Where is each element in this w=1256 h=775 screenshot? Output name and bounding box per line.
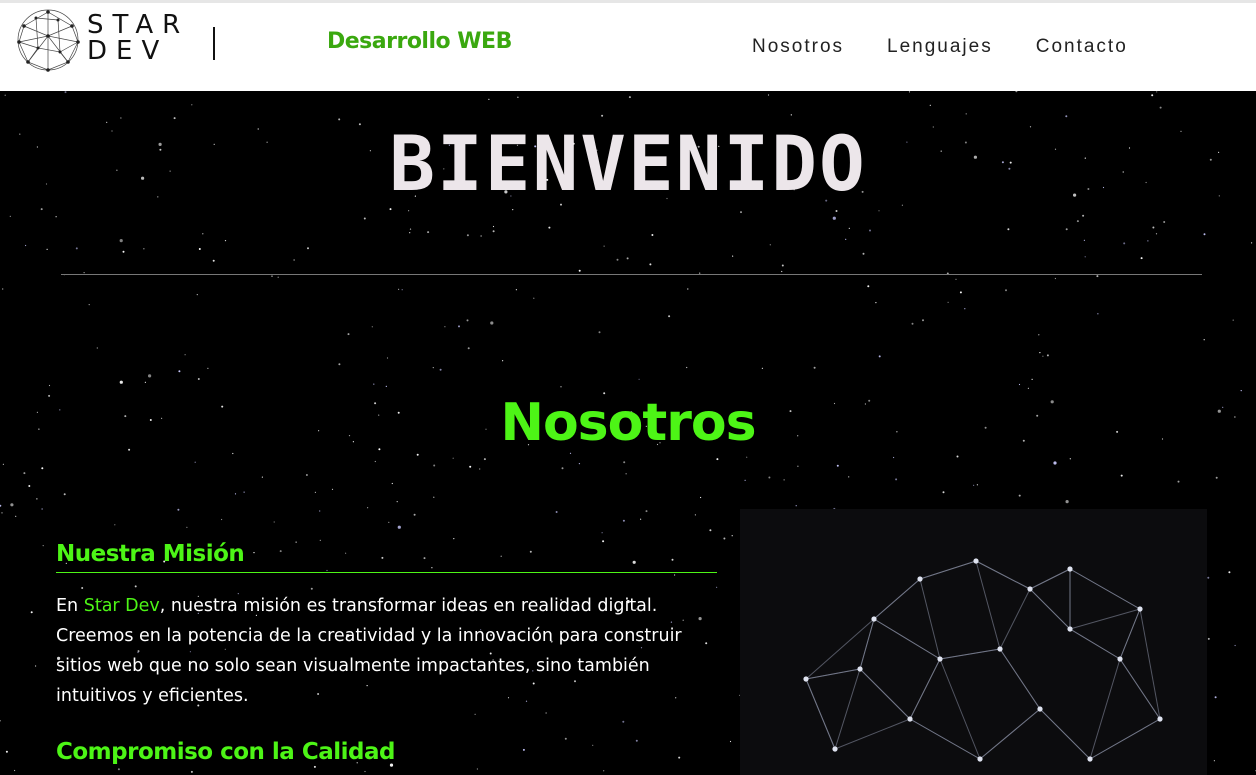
globe-network-icon[interactable] (16, 8, 80, 72)
logo-divider (213, 27, 215, 60)
logo-line-2: DEV (87, 36, 169, 66)
mission-underline (56, 572, 717, 573)
about-title: Nosotros (500, 393, 756, 453)
main-nav: Nosotros Lenguajes Contacto (752, 36, 1171, 58)
nav-link-contacto[interactable]: Contacto (1036, 36, 1128, 58)
network-mesh-image (740, 509, 1207, 775)
logo-line-1: STAR (87, 10, 190, 40)
welcome-heading: BIENVENIDO (389, 119, 867, 208)
mission-text-before: En (56, 596, 84, 616)
quality-heading: Compromiso con la Calidad (56, 739, 395, 765)
logo-wordmark[interactable]: STAR DEV (87, 12, 189, 64)
nav-link-nosotros[interactable]: Nosotros (752, 36, 844, 58)
site-header: STAR DEV Desarrollo WEB Nosotros Lenguaj… (0, 3, 1256, 91)
mission-paragraph: En Star Dev, nuestra misión es transform… (56, 591, 716, 711)
brand-highlight: Star Dev (83, 596, 160, 616)
mission-heading: Nuestra Misión (56, 541, 245, 567)
nav-link-lenguajes[interactable]: Lenguajes (887, 36, 993, 58)
hero-section: BIENVENIDO Nosotros Nuestra Misión En St… (0, 91, 1256, 775)
brand-title: Desarrollo WEB (327, 29, 512, 54)
section-divider (61, 274, 1202, 275)
